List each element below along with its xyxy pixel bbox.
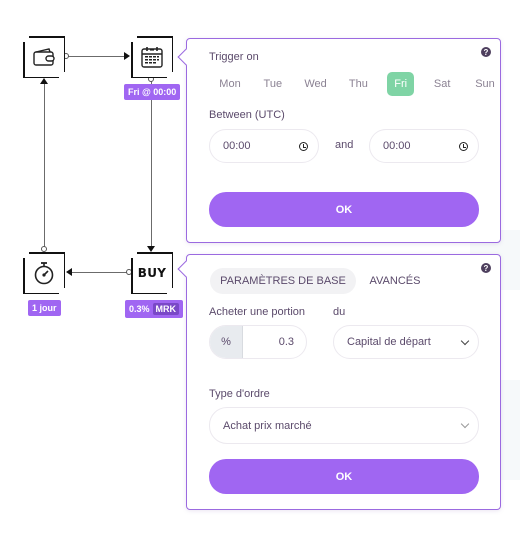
- chevron-down-icon: [460, 419, 470, 429]
- calendar-icon: [140, 45, 164, 69]
- arrow-left-icon: [66, 268, 72, 276]
- start-time-value: 00:00: [223, 140, 251, 152]
- day-mon[interactable]: Mon: [209, 72, 251, 96]
- stopwatch-icon: [33, 261, 55, 285]
- portion-value[interactable]: 0.3: [243, 326, 306, 358]
- day-tue[interactable]: Tue: [252, 72, 294, 96]
- order-type-value: Achat prix marché: [223, 419, 312, 432]
- day-sun[interactable]: Sun: [464, 72, 506, 96]
- popover-pointer: [177, 48, 195, 66]
- percent-addon: %: [210, 326, 243, 358]
- order-type-label: Type d'ordre: [209, 388, 270, 400]
- trigger-popover: ? Trigger on Mon Tue Wed Thu Fri Sat Sun…: [177, 38, 501, 243]
- timer-node[interactable]: [23, 252, 65, 294]
- capital-select-value: Capital de départ: [347, 336, 431, 348]
- and-label: and: [335, 139, 354, 151]
- between-label: Between (UTC): [209, 109, 285, 121]
- day-fri[interactable]: Fri: [387, 72, 415, 96]
- buy-popover: ? PARAMÈTRES DE BASE AVANCÉS Acheter une…: [177, 254, 501, 510]
- trigger-on-label: Trigger on: [209, 51, 259, 63]
- connector-calendar-buy: [151, 80, 152, 250]
- wallet-icon: [32, 47, 56, 67]
- tab-advanced[interactable]: AVANCÉS: [359, 268, 431, 294]
- arrow-right-icon: [124, 52, 130, 60]
- buy-label: BUY: [137, 266, 167, 280]
- calendar-node[interactable]: [131, 36, 173, 78]
- buy-node[interactable]: BUY: [131, 252, 173, 294]
- connector-buy-timer: [68, 272, 130, 273]
- schedule-text: Fri @ 00:00: [128, 87, 177, 97]
- trigger-ok-button[interactable]: OK: [209, 192, 479, 227]
- day-selector: Mon Tue Wed Thu Fri Sat Sun: [209, 72, 507, 96]
- end-time-value: 00:00: [383, 140, 411, 152]
- day-wed[interactable]: Wed: [295, 72, 337, 96]
- capital-select[interactable]: Capital de départ: [333, 325, 479, 359]
- wallet-node[interactable]: [23, 36, 65, 78]
- duration-text: 1 jour: [32, 303, 57, 313]
- arrow-up-icon: [40, 78, 48, 84]
- portion-label: Acheter une portion: [209, 306, 306, 318]
- connector-timer-wallet: [44, 80, 45, 250]
- order-type-tag: MRK: [152, 303, 180, 315]
- portion-input[interactable]: % 0.3: [209, 325, 307, 359]
- day-sat[interactable]: Sat: [421, 72, 463, 96]
- of-label: du: [333, 306, 346, 318]
- clock-icon: [299, 141, 308, 151]
- connector-wallet-calendar: [68, 56, 128, 57]
- clock-icon: [459, 141, 468, 151]
- buy-order-badge: 0.3% MRK: [125, 300, 184, 318]
- calendar-schedule-badge: Fri @ 00:00: [124, 84, 181, 100]
- chevron-down-icon: [460, 336, 470, 345]
- help-icon[interactable]: ?: [481, 47, 491, 57]
- start-time-input[interactable]: 00:00: [209, 129, 319, 163]
- help-icon[interactable]: ?: [481, 263, 491, 273]
- end-time-input[interactable]: 00:00: [369, 129, 479, 163]
- buy-portion-text: 0.3%: [129, 304, 150, 314]
- buy-ok-button[interactable]: OK: [209, 459, 479, 494]
- popover-pointer: [177, 260, 195, 278]
- order-type-select[interactable]: Achat prix marché: [209, 407, 479, 444]
- day-thu[interactable]: Thu: [337, 72, 379, 96]
- tab-basic-params[interactable]: PARAMÈTRES DE BASE: [210, 268, 356, 294]
- timer-duration-badge: 1 jour: [28, 300, 61, 316]
